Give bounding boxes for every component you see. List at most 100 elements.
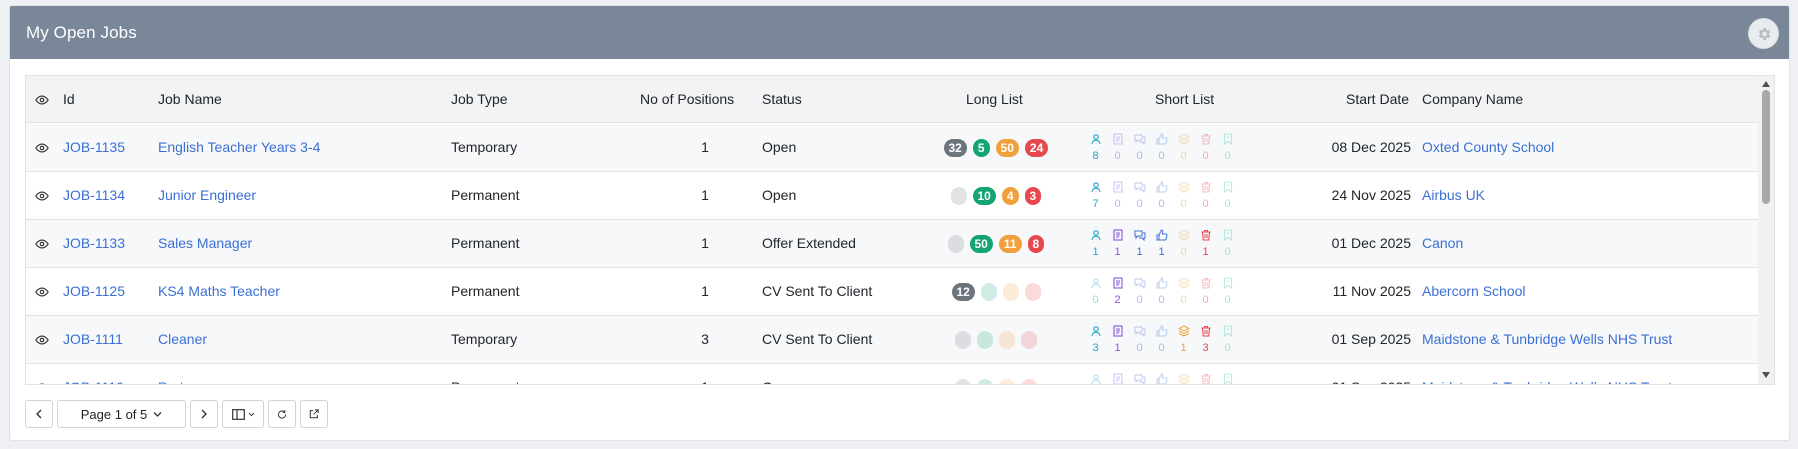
short-list-cvs[interactable]: 2 [1110, 277, 1125, 307]
settings-button[interactable] [1748, 18, 1779, 49]
short-list-placed[interactable]: 0 [1220, 181, 1235, 211]
long-list-badge[interactable]: 32 [943, 139, 967, 157]
long-list-badge[interactable]: 3 [1024, 187, 1042, 205]
short-list-approved[interactable] [1154, 373, 1169, 384]
short-list-approved[interactable]: 0 [1154, 133, 1169, 163]
short-list-approved[interactable]: 0 [1154, 277, 1169, 307]
short-list-placed[interactable]: 0 [1220, 277, 1235, 307]
short-list-interviews[interactable]: 0 [1132, 181, 1147, 211]
long-list-badge[interactable] [1002, 283, 1019, 301]
company-link[interactable]: Maidstone & Tunbridge Wells NHS Trust [1422, 316, 1672, 363]
table-row[interactable]: JOB-1133 Sales Manager Permanent 1 Offer Ext… [26, 220, 1759, 268]
short-list-offers[interactable]: 0 [1176, 229, 1191, 259]
job-id-link[interactable]: JOB-1134 [63, 172, 125, 219]
job-name-link[interactable]: English Teacher Years 3-4 [158, 124, 320, 171]
short-list-rejected[interactable]: 0 [1198, 133, 1213, 163]
short-list-candidates[interactable]: 7 [1088, 181, 1103, 211]
short-list-cvs[interactable] [1110, 373, 1125, 384]
view-eye-icon[interactable] [35, 237, 49, 251]
long-list-badge[interactable] [980, 283, 997, 301]
long-list-badge[interactable]: 10 [972, 187, 996, 205]
company-link[interactable]: Airbus UK [1422, 172, 1485, 219]
short-list-approved[interactable]: 0 [1154, 181, 1169, 211]
col-long-list[interactable]: Long List [966, 76, 1023, 123]
table-row[interactable]: JOB-1110 Porter Permanent 1 Open 01 Sep 2025 M… [26, 364, 1759, 385]
company-link[interactable]: Oxted County School [1422, 124, 1554, 171]
scroll-down-arrow-icon[interactable] [1761, 370, 1771, 380]
short-list-candidates[interactable]: 3 [1088, 325, 1103, 355]
long-list-badge[interactable]: 12 [951, 283, 975, 301]
refresh-button[interactable] [268, 400, 296, 428]
short-list-rejected[interactable]: 0 [1198, 277, 1213, 307]
short-list-cvs[interactable]: 1 [1110, 325, 1125, 355]
short-list-approved[interactable]: 0 [1154, 325, 1169, 355]
company-link[interactable]: Abercorn School [1422, 268, 1526, 315]
job-name-link[interactable]: KS4 Maths Teacher [158, 268, 280, 315]
job-id-link[interactable]: JOB-1110 [63, 364, 124, 384]
long-list-badge[interactable]: 24 [1024, 139, 1049, 157]
job-name-link[interactable]: Sales Manager [158, 220, 252, 267]
table-row[interactable]: JOB-1134 Junior Engineer Permanent 1 Open 10 4… [26, 172, 1759, 220]
scroll-up-arrow-icon[interactable] [1761, 79, 1771, 89]
long-list-badge[interactable]: 50 [969, 235, 993, 253]
job-id-link[interactable]: JOB-1133 [63, 220, 125, 267]
col-status[interactable]: Status [762, 76, 802, 123]
view-eye-icon[interactable] [35, 333, 49, 347]
short-list-rejected[interactable] [1198, 373, 1213, 384]
long-list-badge[interactable] [955, 331, 971, 349]
short-list-offers[interactable]: 0 [1176, 181, 1191, 211]
short-list-rejected[interactable]: 1 [1198, 229, 1213, 259]
view-eye-icon[interactable] [35, 381, 49, 385]
short-list-rejected[interactable]: 0 [1198, 181, 1213, 211]
col-job-type[interactable]: Job Type [451, 76, 508, 123]
short-list-cvs[interactable]: 0 [1110, 181, 1125, 211]
long-list-badge[interactable] [977, 331, 993, 349]
next-page-button[interactable] [190, 400, 218, 428]
long-list-badge[interactable] [1021, 331, 1037, 349]
job-id-link[interactable]: JOB-1135 [63, 124, 125, 171]
short-list-placed[interactable] [1220, 373, 1235, 384]
short-list-interviews[interactable]: 0 [1132, 133, 1147, 163]
short-list-approved[interactable]: 1 [1154, 229, 1169, 259]
job-id-link[interactable]: JOB-1125 [63, 268, 125, 315]
short-list-interviews[interactable]: 0 [1132, 277, 1147, 307]
long-list-badge[interactable]: 11 [998, 235, 1022, 253]
col-company[interactable]: Company Name [1422, 76, 1523, 123]
company-link[interactable]: Canon [1422, 220, 1463, 267]
long-list-badge[interactable]: 4 [1001, 187, 1019, 205]
export-button[interactable] [300, 400, 328, 428]
vertical-scrollbar[interactable] [1758, 76, 1774, 384]
page-select[interactable]: Page 1 of 5 [57, 400, 186, 428]
short-list-offers[interactable]: 1 [1176, 325, 1191, 355]
col-short-list[interactable]: Short List [1155, 76, 1214, 123]
short-list-rejected[interactable]: 3 [1198, 325, 1213, 355]
view-eye-icon[interactable] [35, 285, 49, 299]
col-start-date[interactable]: Start Date [1346, 76, 1409, 123]
short-list-offers[interactable] [1176, 373, 1191, 384]
short-list-candidates[interactable]: 8 [1088, 133, 1103, 163]
long-list-badge[interactable] [999, 379, 1015, 384]
short-list-interviews[interactable] [1132, 373, 1147, 384]
table-row[interactable]: JOB-1125 KS4 Maths Teacher Permanent 1 CV Se… [26, 268, 1759, 316]
company-link[interactable]: Maidstone & Tunbridge Wells NHS Trust [1422, 364, 1672, 384]
short-list-offers[interactable]: 0 [1176, 133, 1191, 163]
job-name-link[interactable]: Cleaner [158, 316, 207, 363]
view-eye-icon[interactable] [35, 189, 49, 203]
scroll-thumb[interactable] [1762, 90, 1770, 204]
short-list-placed[interactable]: 0 [1220, 325, 1235, 355]
job-name-link[interactable]: Porter [158, 364, 196, 384]
short-list-candidates[interactable]: 0 [1088, 277, 1103, 307]
long-list-badge[interactable] [955, 379, 971, 384]
col-job-name[interactable]: Job Name [158, 76, 222, 123]
short-list-candidates[interactable]: 1 [1088, 229, 1103, 259]
long-list-badge[interactable] [977, 379, 993, 384]
short-list-offers[interactable]: 0 [1176, 277, 1191, 307]
long-list-badge[interactable]: 8 [1027, 235, 1045, 253]
long-list-badge[interactable] [950, 187, 967, 205]
short-list-placed[interactable]: 0 [1220, 133, 1235, 163]
short-list-cvs[interactable]: 1 [1110, 229, 1125, 259]
short-list-placed[interactable]: 0 [1220, 229, 1235, 259]
table-row[interactable]: JOB-1135 English Teacher Years 3-4 Tempora… [26, 124, 1759, 172]
long-list-badge[interactable]: 50 [995, 139, 1019, 157]
short-list-interviews[interactable]: 0 [1132, 325, 1147, 355]
